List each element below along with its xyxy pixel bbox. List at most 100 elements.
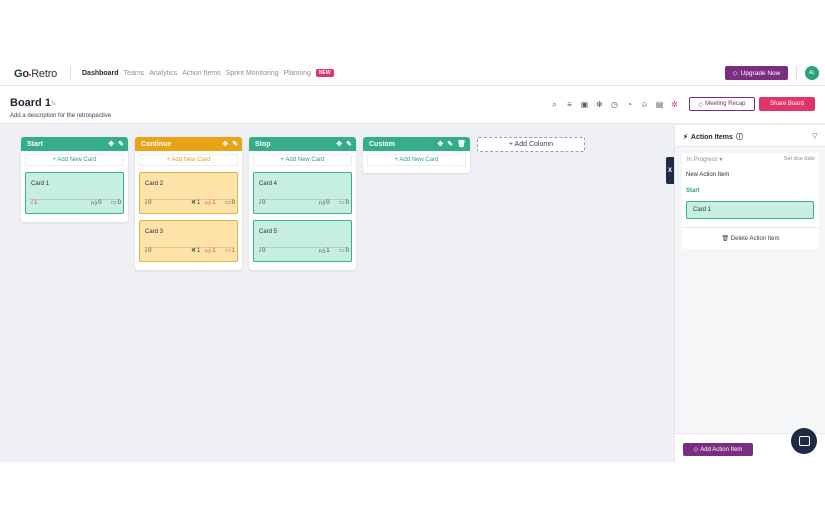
like-count[interactable]: 👍︎ 1 <box>205 247 216 255</box>
logo-go-text: Go <box>14 68 29 80</box>
nav-item-action-items[interactable]: Action Items <box>182 70 221 77</box>
document-icon[interactable]: ▤ <box>654 99 665 110</box>
move-icon[interactable]: ✥ <box>437 140 443 148</box>
add-column-button[interactable]: + Add Column <box>477 137 585 152</box>
comment-icon: ▭ <box>339 200 345 206</box>
thumbs-up-icon: 👍︎ <box>91 201 98 207</box>
vote-icon: ⅈ <box>259 200 262 206</box>
nav-item-dashboard[interactable]: Dashboard <box>82 70 119 77</box>
card[interactable]: Card 5 ⅈ0 👍︎ 1 ▭ 0 <box>253 220 352 262</box>
column-start: Start ✥ ✎ + Add New Card Card 1 ⅈ1 👍︎ 0 ▭… <box>21 137 128 222</box>
vote-count[interactable]: ⅈ0 <box>259 247 265 255</box>
board-title[interactable]: Board 1 <box>10 97 51 109</box>
add-card-button[interactable]: + Add New Card <box>253 154 352 166</box>
status-select[interactable]: In Progress ▾ <box>687 156 722 163</box>
comment-value: 0 <box>345 199 350 206</box>
add-card-button[interactable]: + Add New Card <box>139 154 238 166</box>
like-count[interactable]: 👍︎ 0 <box>91 199 102 207</box>
vote-count[interactable]: ⅈ0 <box>259 199 266 207</box>
action-item-name[interactable]: New Action Item <box>686 172 729 178</box>
column-title[interactable]: Stop <box>255 141 271 148</box>
search-icon[interactable]: ⌕ <box>549 99 560 110</box>
x-count[interactable]: ✕ 1 <box>191 247 200 255</box>
edit-icon[interactable]: ✎ <box>346 140 352 148</box>
upgrade-button[interactable]: ◇ Upgrade Now <box>725 66 788 80</box>
column-title[interactable]: Start <box>27 141 43 148</box>
comment-icon: ▭ <box>225 248 231 254</box>
card[interactable]: Card 1 ⅈ1 👍︎ 0 ▭ 0 <box>25 172 124 214</box>
like-count[interactable]: 👍︎ 0 <box>319 199 330 207</box>
like-count[interactable]: 👍︎ 1 <box>205 199 216 207</box>
export-icon[interactable]: ▣ <box>579 99 590 110</box>
timer-icon[interactable]: ◷ <box>609 99 620 110</box>
meeting-recap-button[interactable]: ◇ Meeting Recap <box>689 97 755 111</box>
board-description[interactable]: Add a description for the retrospective <box>10 113 111 119</box>
top-navigation: Go▪Retro Dashboard Teams Analytics Actio… <box>0 60 825 86</box>
close-panel-tab[interactable]: X <box>666 157 674 184</box>
comment-count[interactable]: ▭ 0 <box>339 247 349 255</box>
vote-count[interactable]: ⅈ0 <box>145 247 151 255</box>
delete-action-item-button[interactable]: 🗑︎ Delete Action Item <box>682 235 819 242</box>
move-icon[interactable]: ✥ <box>336 140 342 148</box>
linked-card[interactable]: Card 1 <box>686 201 814 219</box>
logo-retro-text: Retro <box>31 68 58 80</box>
nav-item-planning[interactable]: Planning <box>284 70 311 77</box>
column-continue: Continue ✥ ✎ + Add New Card Card 2 ⅈ0 ✕ 1… <box>135 137 242 270</box>
avatar[interactable]: AL <box>805 66 819 80</box>
comment-count[interactable]: ▭ 0 <box>225 199 236 207</box>
panel-title: ⚡︎ Action Items ⓘ <box>683 132 743 142</box>
status-value: In Progress <box>687 157 718 163</box>
edit-icon[interactable]: ✎ <box>232 140 238 148</box>
add-action-item-button[interactable]: ◇ Add Action Item <box>683 443 753 456</box>
thumbs-up-icon: 👍︎ <box>319 249 326 255</box>
comment-icon: ▭ <box>225 200 231 206</box>
vote-count[interactable]: ⅈ0 <box>145 199 151 207</box>
emoji-icon[interactable]: ☺ <box>639 99 650 110</box>
column-title[interactable]: Custom <box>369 141 395 148</box>
lightning-icon: ⚡︎ <box>683 134 688 141</box>
vote-value: 1 <box>34 199 38 206</box>
nav-divider-right <box>796 66 797 80</box>
card[interactable]: Card 4 ⅈ0 👍︎ 0 ▭ 0 <box>253 172 352 214</box>
add-card-button[interactable]: + Add New Card <box>25 154 124 166</box>
logo[interactable]: Go▪Retro <box>14 68 57 80</box>
comment-count[interactable]: ▭ 1 <box>225 247 236 255</box>
column-title[interactable]: Continue <box>141 141 171 148</box>
share-board-button[interactable]: Share Board <box>759 97 815 111</box>
vote-icon: ⅈ <box>145 248 148 254</box>
vote-count[interactable]: ⅈ1 <box>31 199 38 207</box>
info-icon[interactable]: ⓘ <box>736 132 743 142</box>
nav-item-analytics[interactable]: Analytics <box>149 70 177 77</box>
edit-icon[interactable]: ✎ <box>447 140 453 148</box>
card[interactable]: Card 2 ⅈ0 ✕ 1 👍︎ 1 ▭ 0 <box>139 172 238 214</box>
board-header: Board 1 ✎ Add a description for the retr… <box>0 86 825 124</box>
chart-icon[interactable]: ◔ <box>624 99 635 110</box>
add-card-button[interactable]: + Add New Card <box>367 154 466 166</box>
x-count[interactable]: ✕ 1 <box>191 199 200 207</box>
settings-icon[interactable]: ✲ <box>669 99 680 110</box>
chat-support-button[interactable] <box>791 428 817 454</box>
vote-value: 0 <box>262 199 266 206</box>
thumbs-up-icon: 👍︎ <box>205 201 212 207</box>
comment-value: 0 <box>231 199 236 206</box>
filter-icon[interactable]: ▽ <box>812 132 817 140</box>
move-icon[interactable]: ✥ <box>108 140 114 148</box>
trash-icon[interactable]: 🗑︎ <box>457 140 466 148</box>
like-count[interactable]: 👍︎ 1 <box>319 247 330 255</box>
comment-count[interactable]: ▭ 0 <box>339 199 350 207</box>
card-title: Card 4 <box>259 181 278 187</box>
set-due-date[interactable]: Set due date <box>784 156 815 162</box>
comment-value: 1 <box>231 247 236 254</box>
edit-icon[interactable]: ✎ <box>118 140 124 148</box>
edit-title-icon[interactable]: ✎ <box>50 99 57 108</box>
thumbs-up-icon: 👍︎ <box>205 249 212 255</box>
comment-count[interactable]: ▭ 0 <box>111 199 121 207</box>
card[interactable]: Card 3 ⅈ0 ✕ 1 👍︎ 1 ▭ 1 <box>139 220 238 262</box>
comment-icon: ▭ <box>111 200 117 206</box>
move-icon[interactable]: ✥ <box>222 140 228 148</box>
snowflake-icon[interactable]: ✻ <box>594 99 605 110</box>
nav-item-teams[interactable]: Teams <box>124 70 145 77</box>
column-header: Start ✥ ✎ <box>21 137 128 151</box>
sort-icon[interactable]: ≡ <box>564 99 575 110</box>
nav-item-sprint-monitoring[interactable]: Sprint Monitoring <box>226 70 279 77</box>
